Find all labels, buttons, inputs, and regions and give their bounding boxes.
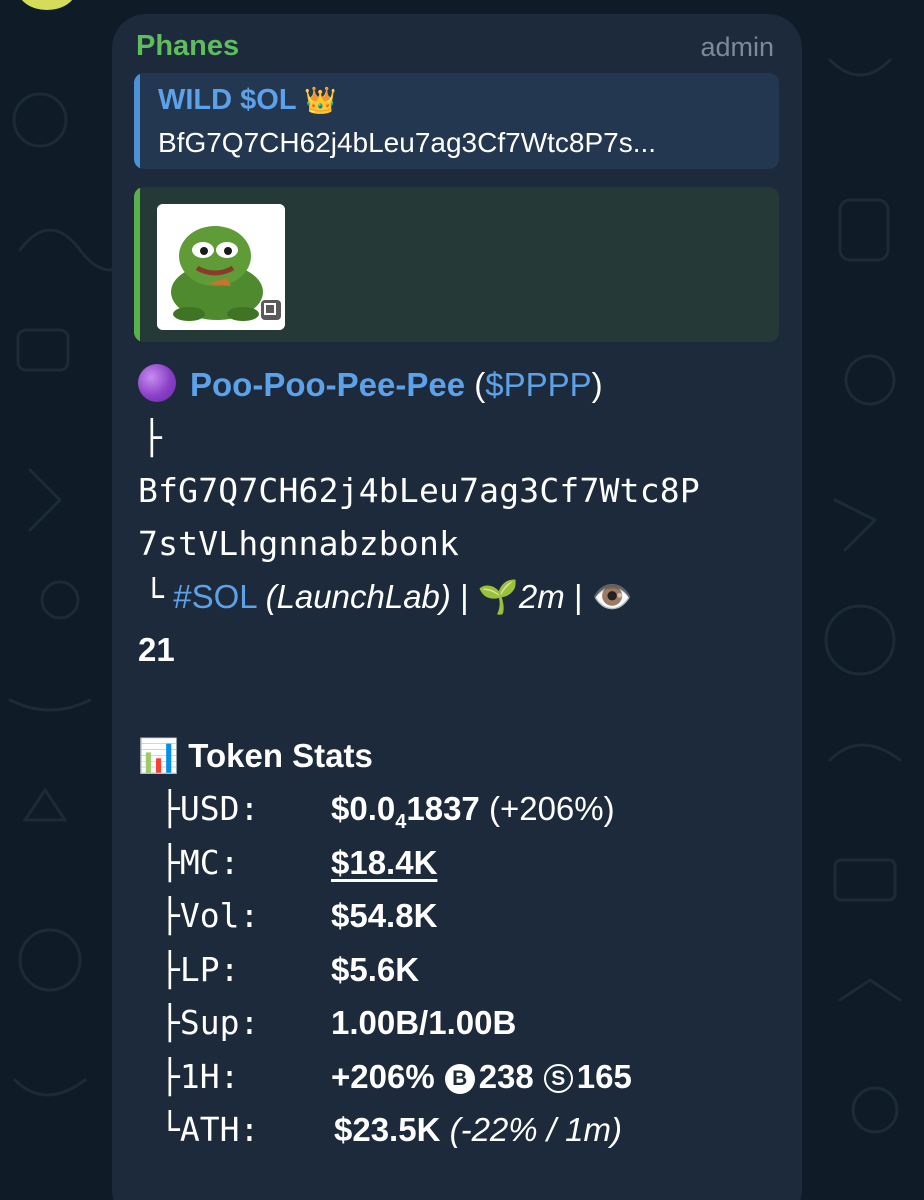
- separator: |: [460, 578, 469, 615]
- ath-detail: (-22% / 1m): [449, 1111, 622, 1148]
- stat-value-sup: 1.00B/1.00B: [331, 1004, 517, 1041]
- ticker-open-paren: (: [474, 366, 486, 403]
- 1h-sells: 165: [576, 1057, 632, 1095]
- token-meta-line: └ #SOL (LaunchLab) | 🌱2m | 👁️: [138, 570, 778, 623]
- chain-hashtag-link[interactable]: #SOL: [173, 578, 256, 615]
- seedling-icon: 🌱: [477, 578, 519, 615]
- sender-name[interactable]: Phanes: [136, 30, 239, 63]
- ath-value: $23.5K: [334, 1111, 441, 1148]
- stats-header-text: Token Stats: [188, 737, 373, 774]
- stat-row-1h: ├1H: +206% B 238 S 165: [138, 1050, 778, 1104]
- stat-row-vol: ├Vol: $54.8K: [138, 889, 778, 943]
- preview-accent-bar: [134, 187, 140, 342]
- eye-icon: 👁️: [591, 578, 633, 615]
- launchpad-label: (LaunchLab): [265, 578, 451, 615]
- token-name-link[interactable]: Poo-Poo-Pee-Pee: [190, 366, 465, 403]
- token-image-thumbnail[interactable]: [157, 204, 285, 330]
- sender-role-badge: admin: [700, 32, 774, 62]
- stat-label-lp: ├LP:: [160, 949, 240, 989]
- bar-chart-icon: 📊: [138, 737, 180, 774]
- stat-value-lp: $5.6K: [331, 950, 420, 988]
- purple-circle-icon: [138, 364, 176, 402]
- reply-accent-bar: [134, 73, 140, 169]
- 1h-change: +206%: [331, 1057, 435, 1095]
- contract-address-line1[interactable]: BfG7Q7CH62j4bLeu7ag3Cf7Wtc8P: [138, 464, 778, 517]
- crown-icon: 👑: [304, 85, 337, 115]
- stat-label-usd: ├USD:: [160, 789, 260, 828]
- token-title-line: Poo-Poo-Pee-Pee ($PPPP): [138, 358, 778, 411]
- stat-row-ath: └ATH: $23.5K (-22% / 1m): [138, 1103, 778, 1157]
- stat-row-sup: ├Sup: 1.00B/1.00B: [138, 996, 778, 1050]
- stat-value-1h: +206% B 238 S 165: [331, 1050, 632, 1103]
- address-branch-line: ├: [138, 411, 778, 464]
- stat-label-sup: ├Sup:: [160, 1003, 260, 1042]
- reply-title: WILD $OL 👑: [158, 84, 336, 117]
- sells-icon: S: [543, 1063, 573, 1093]
- reply-title-text: WILD $OL: [158, 84, 297, 116]
- stat-value-mc-link[interactable]: $18.4K: [331, 836, 437, 889]
- stats-header: 📊 Token Stats: [138, 729, 778, 782]
- token-ticker-link[interactable]: $PPPP: [485, 366, 591, 403]
- stat-label-vol: ├Vol:: [160, 896, 260, 935]
- stat-value-ath: $23.5K (-22% / 1m): [334, 1103, 622, 1156]
- reply-text: BfG7Q7CH62j4bLeu7ag3Cf7Wtc8P7s...: [158, 127, 657, 158]
- stat-label-ath: └ATH:: [160, 1110, 260, 1149]
- token-age: 2m: [518, 578, 565, 615]
- usd-price-zeros: 4: [395, 811, 407, 833]
- tree-branch-icon: ├: [142, 418, 163, 457]
- stat-row-mc: ├MC: $18.4K: [138, 836, 778, 890]
- message-bubble[interactable]: Phanes admin WILD $OL 👑 BfG7Q7CH62j4bLeu…: [112, 14, 802, 1200]
- contract-address-line2[interactable]: 7stVLhgnnabzbonk: [138, 517, 778, 570]
- message-body: Poo-Poo-Pee-Pee ($PPPP) ├ BfG7Q7CH62j4bL…: [138, 358, 778, 1157]
- usd-change: (+206%): [488, 790, 615, 827]
- view-count: 21: [138, 631, 175, 668]
- 1h-buys: 238: [478, 1057, 534, 1095]
- stat-label-1h: ├1H:: [160, 1056, 240, 1096]
- stat-row-lp: ├LP: $5.6K: [138, 943, 778, 997]
- stat-value-vol: $54.8K: [331, 897, 438, 934]
- ticker-close-paren: ): [591, 366, 603, 403]
- media-preview[interactable]: [134, 187, 779, 342]
- stat-label-mc: ├MC:: [160, 842, 240, 882]
- usd-price-tail: 1837: [406, 790, 480, 827]
- stat-row-usd: ├USD: $0.041837 (+206%): [138, 782, 778, 836]
- usd-price-main: $0.0: [331, 790, 396, 827]
- buys-icon: B: [444, 1063, 475, 1094]
- tree-end-icon: └: [144, 577, 165, 616]
- separator: |: [573, 578, 583, 615]
- reply-quote[interactable]: WILD $OL 👑 BfG7Q7CH62j4bLeu7ag3Cf7Wtc8P7…: [134, 73, 779, 169]
